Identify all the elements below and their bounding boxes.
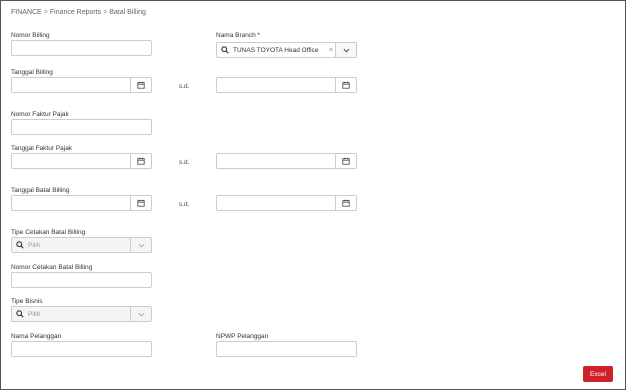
tanggal-faktur-pajak-to-input[interactable] [216, 153, 357, 169]
tanggal-batal-billing-to-input[interactable] [216, 195, 357, 211]
date-range-separator: s.d. [179, 201, 190, 208]
tipe-bisnis-placeholder: Pilih [28, 310, 41, 318]
tanggal-billing-to-input[interactable] [216, 77, 357, 93]
nama-pelanggan-label: Nama Pelanggan [11, 333, 62, 340]
nama-branch-label: Nama Branch * [216, 32, 261, 39]
calendar-icon[interactable] [130, 78, 151, 92]
chevron-down-icon[interactable] [130, 238, 151, 252]
page-frame: FINANCE > Finance Reports > Batal Billing No… [0, 0, 626, 390]
calendar-icon[interactable] [335, 154, 356, 168]
tanggal-faktur-pajak-label: Tanggal Faktur Pajak [11, 145, 73, 152]
calendar-icon[interactable] [335, 196, 356, 210]
nomor-cetakan-batal-billing-label: Nomor Cetakan Batal Billing [11, 264, 93, 271]
nomor-billing-input[interactable] [11, 40, 152, 56]
breadcrumb-separator: > [103, 9, 108, 16]
npwp-pelanggan-input[interactable] [216, 341, 357, 357]
nomor-faktur-pajak-input[interactable] [11, 119, 152, 135]
nomor-faktur-pajak-label: Nomor Faktur Pajak [11, 111, 69, 118]
breadcrumb: FINANCE > Finance Reports > Batal Billing [11, 9, 146, 16]
clear-icon[interactable]: × [329, 43, 333, 57]
breadcrumb-batal-billing: Batal Billing [109, 9, 146, 16]
date-range-separator: s.d. [179, 83, 190, 90]
search-icon [16, 238, 24, 252]
tanggal-batal-billing-label: Tanggal Batal Billing [11, 187, 70, 194]
nomor-billing-label: Nomor Billing [11, 32, 50, 39]
search-icon [16, 307, 24, 321]
tanggal-billing-label: Tanggal Billing [11, 69, 53, 76]
date-range-separator: s.d. [179, 159, 190, 166]
excel-button[interactable]: Excel [583, 366, 613, 382]
nama-branch-value: TUNAS TOYOTA Head Office [233, 46, 319, 54]
calendar-icon[interactable] [130, 196, 151, 210]
tipe-bisnis-label: Tipe Bisnis [11, 298, 43, 305]
breadcrumb-finance[interactable]: FINANCE [11, 9, 42, 16]
breadcrumb-separator: > [43, 9, 48, 16]
nama-pelanggan-input[interactable] [11, 341, 152, 357]
tipe-bisnis-select[interactable]: Pilih [11, 306, 152, 322]
tanggal-billing-from-input[interactable] [11, 77, 152, 93]
chevron-down-icon[interactable] [130, 307, 151, 321]
tipe-cetakan-placeholder: Pilih [28, 241, 41, 249]
search-icon [221, 43, 229, 57]
tipe-cetakan-batal-billing-select[interactable]: Pilih [11, 237, 152, 253]
tipe-cetakan-batal-billing-label: Tipe Cetakan Batal Billing [11, 229, 86, 236]
calendar-icon[interactable] [335, 78, 356, 92]
npwp-pelanggan-label: NPWP Pelanggan [216, 333, 269, 340]
nama-branch-select[interactable]: TUNAS TOYOTA Head Office × [216, 42, 357, 58]
tanggal-faktur-pajak-from-input[interactable] [11, 153, 152, 169]
calendar-icon[interactable] [130, 154, 151, 168]
nomor-cetakan-batal-billing-input[interactable] [11, 272, 152, 288]
tanggal-batal-billing-from-input[interactable] [11, 195, 152, 211]
breadcrumb-finance-reports[interactable]: Finance Reports [50, 9, 101, 16]
chevron-down-icon[interactable] [335, 43, 356, 57]
